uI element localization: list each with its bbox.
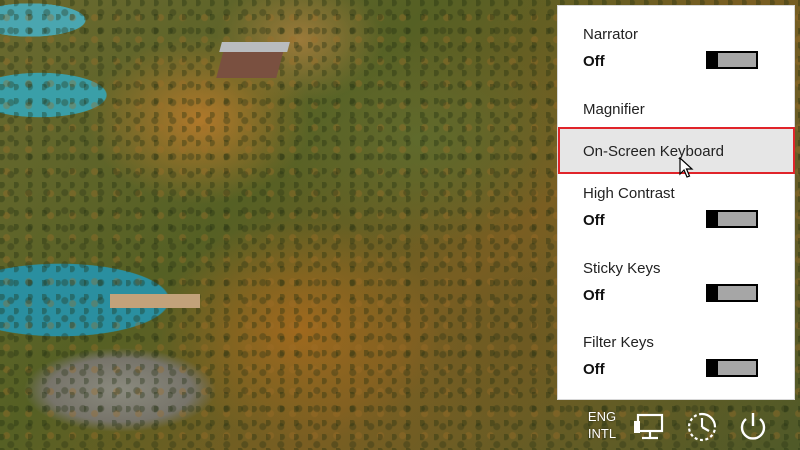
ease-of-access-panel: Narrator Off Magnifier On-Screen Keyboar… xyxy=(557,5,795,400)
toggle-knob xyxy=(708,212,718,226)
sticky-keys-toggle[interactable] xyxy=(706,284,758,302)
narrator-toggle[interactable] xyxy=(706,51,758,69)
filter-keys-state: Off xyxy=(583,361,605,378)
ease-of-access-icon[interactable] xyxy=(685,410,719,444)
power-icon[interactable] xyxy=(736,410,770,444)
toggle-knob xyxy=(708,53,718,67)
sticky-keys-label: Sticky Keys xyxy=(583,260,661,277)
on-screen-keyboard-item[interactable]: On-Screen Keyboard xyxy=(558,127,795,178)
language-code: ENG xyxy=(587,409,617,424)
high-contrast-toggle[interactable] xyxy=(706,210,758,228)
magnifier-label: Magnifier xyxy=(583,101,645,118)
background-pier xyxy=(110,294,200,308)
high-contrast-state: Off xyxy=(583,212,605,229)
mouse-pointer-icon xyxy=(679,157,694,178)
background-building xyxy=(216,50,284,78)
narrator-state: Off xyxy=(583,53,605,70)
toggle-knob xyxy=(708,286,718,300)
on-screen-keyboard-label: On-Screen Keyboard xyxy=(583,143,724,160)
filter-keys-label: Filter Keys xyxy=(583,334,654,351)
narrator-label: Narrator xyxy=(583,26,639,43)
language-layout: INTL xyxy=(587,426,617,441)
high-contrast-label: High Contrast xyxy=(583,185,675,202)
sticky-keys-state: Off xyxy=(583,287,605,304)
input-language-indicator[interactable]: ENG INTL xyxy=(585,408,619,442)
network-icon[interactable] xyxy=(634,410,668,444)
toggle-knob xyxy=(708,361,718,375)
filter-keys-toggle[interactable] xyxy=(706,359,758,377)
